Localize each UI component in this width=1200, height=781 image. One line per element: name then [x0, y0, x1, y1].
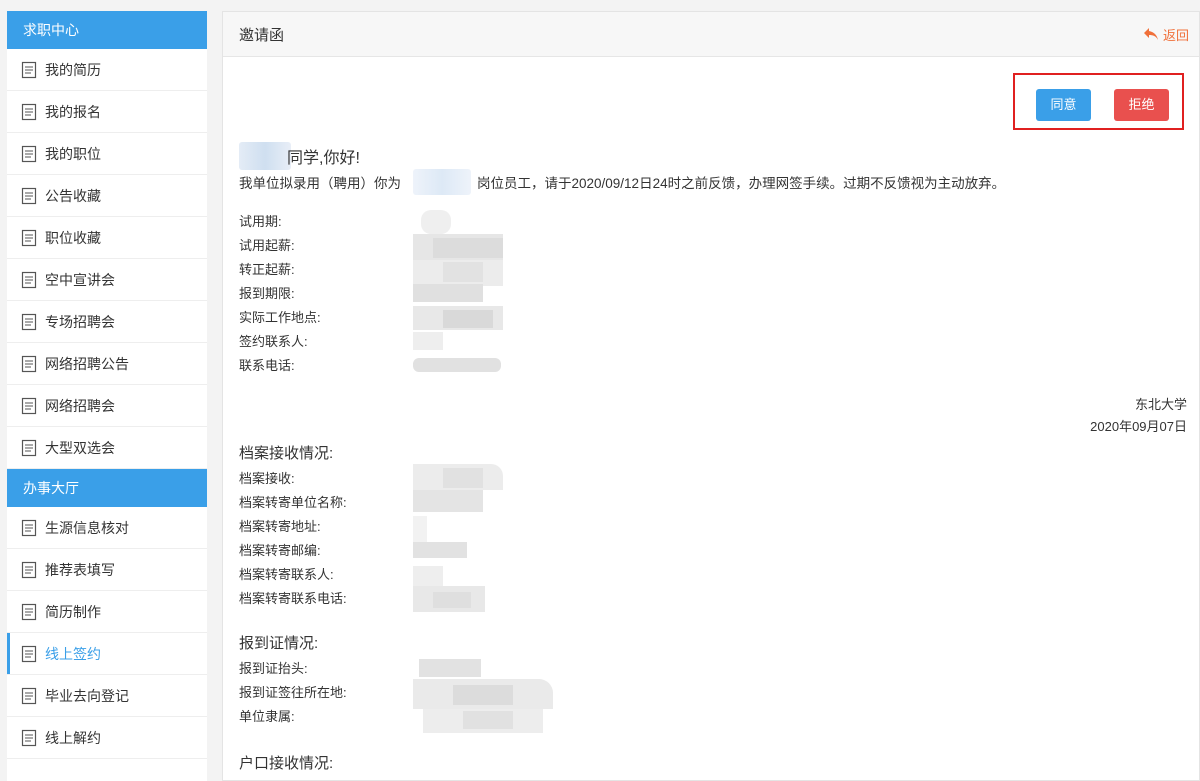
- reject-button[interactable]: 拒绝: [1114, 89, 1169, 121]
- redacted-report-values: [413, 657, 563, 737]
- field-label: 转正起薪:: [239, 262, 295, 277]
- offer-fields: 试用期: 试用起薪: 转正起薪: 报到期限: 实际工作地点: 签约联系人: 联系电话:: [239, 210, 321, 378]
- sidebar-item[interactable]: 我的简历: [7, 49, 207, 91]
- sidebar-item-label: 公告收藏: [45, 187, 101, 204]
- archive-section-title: 档案接收情况:: [239, 445, 334, 462]
- greeting: 同学,你好!: [239, 142, 360, 170]
- greeting-text: 同学,你好!: [287, 150, 360, 167]
- document-icon: [21, 271, 37, 289]
- field-label: 试用起薪:: [239, 238, 295, 253]
- signature-org: 东北大学: [1134, 397, 1187, 412]
- field-label: 档案转寄联系电话:: [239, 591, 347, 606]
- sidebar-item[interactable]: 网络招聘公告: [7, 343, 207, 385]
- document-icon: [21, 313, 37, 331]
- redacted-name: [239, 142, 291, 170]
- sidebar-item-label: 我的报名: [45, 103, 101, 120]
- sidebar-item-label: 推荐表填写: [45, 561, 115, 578]
- sidebar-item-label: 我的简历: [45, 61, 101, 78]
- field-label: 签约联系人:: [239, 334, 308, 349]
- document-icon: [21, 145, 37, 163]
- sidebar-item-label: 我的职位: [45, 145, 101, 162]
- document-icon: [21, 355, 37, 373]
- archive-fields: 档案接收: 档案转寄单位名称: 档案转寄地址: 档案转寄邮编: 档案转寄联系人: 档案转寄…: [239, 467, 347, 611]
- sidebar-item-label: 简历制作: [45, 603, 101, 620]
- field-label: 单位隶属:: [239, 709, 295, 724]
- redacted-archive-values: [413, 464, 513, 614]
- agree-button[interactable]: 同意: [1036, 89, 1091, 121]
- sidebar-item[interactable]: 职位收藏: [7, 217, 207, 259]
- sidebar-item[interactable]: 公告收藏: [7, 175, 207, 217]
- sidebar-item[interactable]: 简历制作: [7, 591, 207, 633]
- sidebar-item-label: 网络招聘公告: [45, 355, 129, 372]
- report-fields: 报到证抬头: 报到证签往所在地: 单位隶属:: [239, 657, 347, 729]
- sidebar-item[interactable]: 大型双选会: [7, 427, 207, 469]
- document-icon: [21, 187, 37, 205]
- document-icon: [21, 397, 37, 415]
- field-label: 实际工作地点:: [239, 310, 321, 325]
- document-icon: [21, 603, 37, 621]
- sidebar-item[interactable]: 推荐表填写: [7, 549, 207, 591]
- document-icon: [21, 645, 37, 663]
- sidebar-item[interactable]: 网络招聘会: [7, 385, 207, 427]
- page-title: 邀请函: [239, 26, 285, 44]
- sidebar-item-label: 线上解约: [45, 729, 101, 746]
- sidebar-item-label: 网络招聘会: [45, 397, 115, 414]
- main-panel: 邀请函 返回 同意 拒绝 同学,你好! 我单位拟录用（聘用）你为 岗位员工，请于…: [222, 11, 1200, 781]
- return-arrow-icon: [1143, 28, 1158, 40]
- body-suffix: 岗位员工，请于2020/09/12日24时之前反馈，办理网签手续。过期不反馈视为…: [477, 176, 1006, 191]
- sidebar-item[interactable]: 空中宣讲会: [7, 259, 207, 301]
- field-label: 档案接收:: [239, 471, 295, 486]
- field-label: 档案转寄单位名称:: [239, 495, 347, 510]
- field-label: 档案转寄邮编:: [239, 543, 321, 558]
- sidebar-section-service-hall: 办事大厅: [7, 469, 207, 507]
- action-buttons-highlight: 同意 拒绝: [1013, 73, 1184, 130]
- field-label: 联系电话:: [239, 358, 295, 373]
- field-label: 报到证签往所在地:: [239, 685, 347, 700]
- sidebar-item[interactable]: 生源信息核对: [7, 507, 207, 549]
- redacted-offer-values: [413, 210, 513, 380]
- sidebar-item[interactable]: 毕业去向登记: [7, 675, 207, 717]
- body-prefix: 我单位拟录用（聘用）你为: [239, 176, 401, 191]
- back-label: 返回: [1162, 27, 1189, 43]
- field-label: 档案转寄地址:: [239, 519, 321, 534]
- document-icon: [21, 439, 37, 457]
- document-icon: [21, 229, 37, 247]
- sidebar-item[interactable]: 专场招聘会: [7, 301, 207, 343]
- report-section-title: 报到证情况:: [239, 635, 319, 652]
- document-icon: [21, 561, 37, 579]
- field-label: 档案转寄联系人:: [239, 567, 334, 582]
- sidebar-section-job-center: 求职中心: [7, 11, 207, 49]
- document-icon: [21, 687, 37, 705]
- sidebar-item-label: 线上签约: [45, 645, 101, 662]
- sidebar-item-label: 生源信息核对: [45, 519, 129, 536]
- sidebar-item[interactable]: 我的职位: [7, 133, 207, 175]
- sidebar-item[interactable]: 我的报名: [7, 91, 207, 133]
- sidebar-item-label: 专场招聘会: [45, 313, 115, 330]
- document-icon: [21, 729, 37, 747]
- document-icon: [21, 519, 37, 537]
- redacted-position: [413, 169, 471, 195]
- back-link[interactable]: 返回: [1143, 25, 1189, 44]
- sidebar-item-label: 大型双选会: [45, 439, 115, 456]
- sidebar-item-label: 毕业去向登记: [45, 687, 129, 704]
- sidebar: 求职中心 我的简历我的报名我的职位公告收藏职位收藏空中宣讲会专场招聘会网络招聘公…: [7, 11, 207, 781]
- household-section-title: 户口接收情况:: [239, 755, 334, 772]
- field-label: 试用期:: [239, 214, 282, 229]
- document-icon: [21, 103, 37, 121]
- field-label: 报到证抬头:: [239, 661, 308, 676]
- main-header: 邀请函 返回: [223, 12, 1199, 57]
- signature-date: 2020年09月07日: [1090, 419, 1187, 434]
- sidebar-item[interactable]: 线上解约: [7, 717, 207, 759]
- letter-body: 我单位拟录用（聘用）你为 岗位员工，请于2020/09/12日24时之前反馈，办…: [239, 169, 1005, 195]
- document-icon: [21, 61, 37, 79]
- sidebar-item-label: 空中宣讲会: [45, 271, 115, 288]
- sidebar-item[interactable]: 线上签约: [7, 633, 207, 675]
- field-label: 报到期限:: [239, 286, 295, 301]
- sidebar-item-label: 职位收藏: [45, 229, 101, 246]
